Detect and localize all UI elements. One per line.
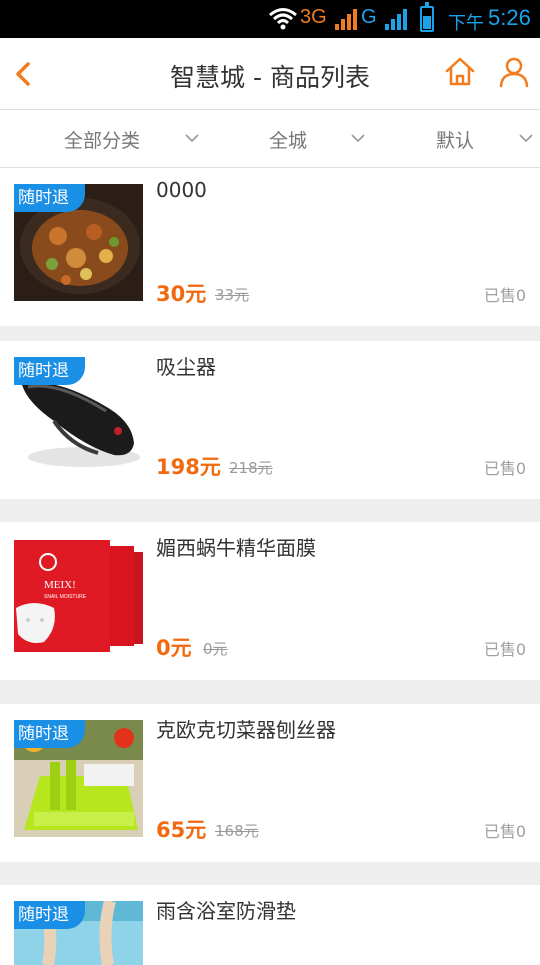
mask-sub-text: SNAIL MOISTURE <box>44 594 87 600</box>
product-name: 克欧克切菜器刨丝器 <box>156 718 336 742</box>
product-image-bath-mat: 随时退 <box>14 901 143 965</box>
product-original-price: 218元 <box>229 459 273 477</box>
mask-brand-text: MEIX! <box>44 579 76 591</box>
product-item[interactable]: 随时退 雨含浴室防滑垫 <box>0 885 540 965</box>
product-price: 0元 <box>156 636 192 660</box>
filter-sort-dropdown[interactable]: 默认 <box>436 110 540 168</box>
signal-icon <box>385 9 407 30</box>
filter-bar: 全部分类 全城 默认 <box>0 110 540 168</box>
product-name: 0000 <box>156 178 207 202</box>
product-image-mask: MEIX! SNAIL MOISTURE <box>14 538 143 655</box>
product-item[interactable]: MEIX! SNAIL MOISTURE 媚西蜗牛精华面膜 0元 0元 已售0 <box>0 522 540 680</box>
product-item[interactable]: 随时退 吸尘器 198元 218元 已售0 <box>0 341 540 499</box>
status-bar: 3G G 下午 5:26 <box>0 0 540 38</box>
product-price: 198元 <box>156 455 221 479</box>
product-name: 雨含浴室防滑垫 <box>156 899 296 923</box>
chevron-down-icon <box>519 134 533 143</box>
network-g-label: G <box>361 6 377 28</box>
product-sold-count: 已售0 <box>483 640 526 659</box>
product-price: 30元 <box>156 282 207 306</box>
filter-category-dropdown[interactable]: 全部分类 <box>64 110 214 168</box>
product-name: 吸尘器 <box>156 355 216 379</box>
product-image-food: 随时退 <box>14 184 143 301</box>
product-price: 65元 <box>156 818 207 842</box>
product-sold-count: 已售0 <box>483 822 526 841</box>
filter-area-label: 全城 <box>269 129 308 152</box>
status-ampm: 下午 <box>448 13 484 34</box>
filter-category-label: 全部分类 <box>64 129 141 152</box>
home-icon[interactable] <box>444 56 476 88</box>
product-image-vacuum: 随时退 <box>14 357 143 474</box>
chevron-down-icon <box>185 134 199 143</box>
refund-tag: 随时退 <box>14 184 85 212</box>
refund-tag: 随时退 <box>14 720 85 748</box>
nav-bar: 智慧城 - 商品列表 <box>0 38 540 110</box>
signal-icon <box>335 9 357 30</box>
product-original-price: 0元 <box>203 640 228 658</box>
product-original-price: 33元 <box>215 286 250 304</box>
refund-tag: 随时退 <box>14 357 85 385</box>
product-sold-count: 已售0 <box>483 286 526 305</box>
wifi-icon <box>269 8 297 30</box>
filter-area-dropdown[interactable]: 全城 <box>269 110 379 168</box>
product-name: 媚西蜗牛精华面膜 <box>156 536 316 560</box>
refund-tag: 随时退 <box>14 901 85 929</box>
product-original-price: 168元 <box>215 822 259 840</box>
product-sold-count: 已售0 <box>483 459 526 478</box>
product-item[interactable]: 随时退 0000 30元 33元 已售0 <box>0 168 540 326</box>
network-3g-label: 3G <box>300 6 327 28</box>
product-image-slicer: 随时退 <box>14 720 143 837</box>
user-icon[interactable] <box>498 56 530 88</box>
battery-icon <box>420 2 434 32</box>
chevron-down-icon <box>351 134 365 143</box>
filter-sort-label: 默认 <box>436 129 475 152</box>
product-item[interactable]: 随时退 克欧克切菜器刨丝器 65元 168元 已售0 <box>0 704 540 862</box>
status-time: 5:26 <box>488 5 531 30</box>
